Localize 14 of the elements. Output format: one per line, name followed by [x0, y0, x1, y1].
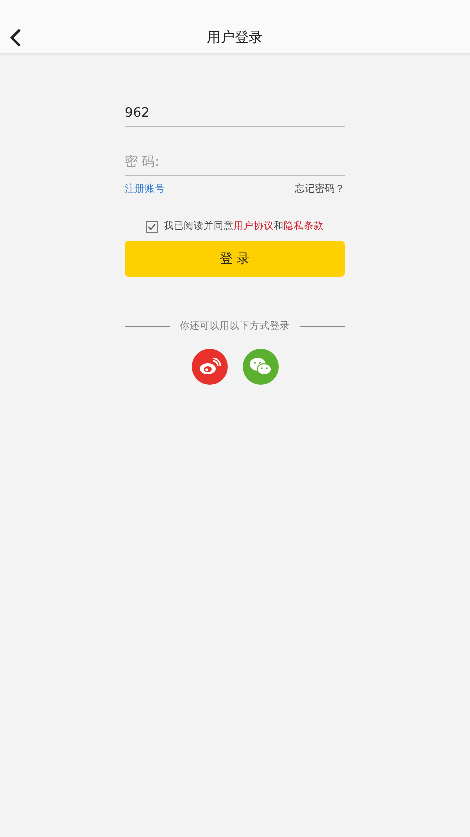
- weibo-icon: [198, 358, 220, 376]
- username-field[interactable]: 962: [125, 100, 345, 127]
- weibo-login-button[interactable]: [192, 349, 228, 385]
- agree-checkbox[interactable]: [146, 220, 158, 232]
- wechat-login-button[interactable]: [242, 349, 278, 385]
- agreement-text: 我已阅读并同意用户协议和隐私条款: [164, 220, 324, 233]
- wechat-icon: [248, 357, 272, 377]
- register-link[interactable]: 注册账号: [125, 182, 165, 196]
- back-button[interactable]: [10, 26, 24, 48]
- alt-login-caption: 你还可以用以下方式登录: [180, 320, 290, 333]
- password-field[interactable]: 密 码:: [125, 149, 345, 176]
- forgot-password-link[interactable]: 忘记密码？: [295, 182, 345, 196]
- login-button[interactable]: 登 录: [125, 241, 345, 277]
- page-title: 用户登录: [207, 28, 263, 46]
